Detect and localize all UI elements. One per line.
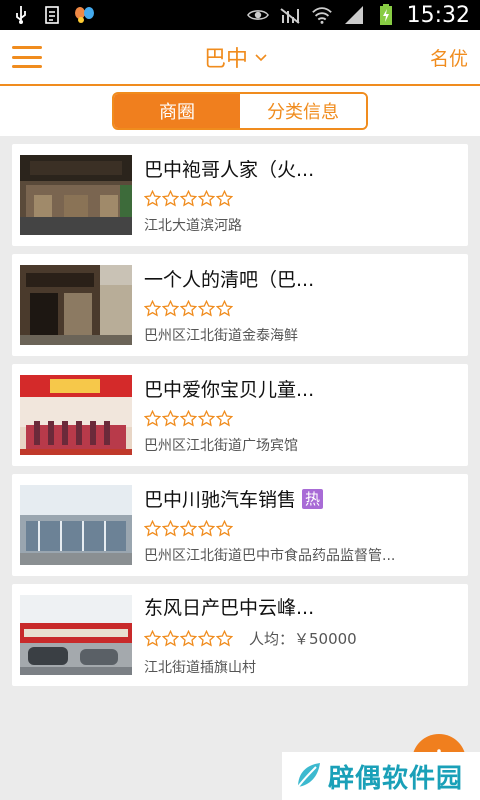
featured-link[interactable]: 名优 [430,44,468,71]
star-icon [162,410,179,427]
star-icon [180,300,197,317]
listing-info: 一个人的清吧（巴... 巴州区江北街道金泰海鲜 [144,265,460,345]
butterfly-icon [74,5,96,25]
listing-title: 巴中袍哥人家（火... [144,159,315,181]
city-label: 巴中 [203,47,248,72]
star-icon [216,410,233,427]
leaf-logo-icon [297,763,320,788]
star-icon [162,190,179,207]
chevron-down-icon [255,54,267,62]
menu-icon[interactable] [12,46,42,68]
top-bar: 巴中 名优 [0,30,480,86]
status-left-icons [10,5,96,25]
tab-bar: 商圈 分类信息 [0,86,480,136]
star-icon [162,300,179,317]
star-icon [216,190,233,207]
star-icon [144,520,161,537]
rating-row: 人均：￥50000 [144,628,460,649]
listing-photo [20,265,132,345]
star-icon [144,410,161,427]
listing-photo [20,485,132,565]
rating-row [144,410,460,427]
list-item[interactable]: 一个人的清吧（巴... 巴州区江北街道金泰海鲜 [12,254,468,356]
star-rating [144,190,233,207]
listing-title: 巴中爱你宝贝儿童... [144,379,315,401]
average-price: 人均：￥50000 [249,630,357,648]
star-rating [144,300,233,317]
listing-address: 江北大道滨河路 [144,218,242,234]
listing-photo [20,595,132,675]
tab-category-info[interactable]: 分类信息 [240,94,366,128]
no-signal-icon [279,5,301,25]
star-icon [198,190,215,207]
status-bar: 15:32 [0,0,480,30]
listing-photo [20,375,132,455]
star-icon [216,300,233,317]
star-rating [144,630,233,647]
star-icon [144,300,161,317]
star-icon [180,190,197,207]
rating-row [144,300,460,317]
listing-photo [20,155,132,235]
listing-info: 巴中川驰汽车销售热 巴州区江北街道巴中市食品药品监督管... [144,485,460,565]
listing-address: 巴州区江北街道广场宾馆 [144,438,298,454]
rating-row [144,190,460,207]
wifi-icon [311,5,333,25]
watermark: 辟偶软件园 [282,752,480,800]
listing-list: 巴中袍哥人家（火... 江北大道滨河路 一个人的清吧（巴... 巴州区江北街道金… [0,136,480,686]
list-item[interactable]: 巴中袍哥人家（火... 江北大道滨河路 [12,144,468,246]
listing-info: 东风日产巴中云峰... 人均：￥50000 江北街道插旗山村 [144,593,460,677]
hot-badge: 热 [302,488,324,509]
star-icon [162,630,179,647]
listing-info: 巴中袍哥人家（火... 江北大道滨河路 [144,155,460,235]
star-icon [198,630,215,647]
star-icon [198,520,215,537]
listing-title: 东风日产巴中云峰... [144,597,315,619]
star-icon [144,190,161,207]
star-icon [180,520,197,537]
listing-address: 江北街道插旗山村 [144,660,256,676]
listing-title: 巴中川驰汽车销售热 [144,485,460,512]
star-icon [216,630,233,647]
star-icon [180,410,197,427]
watermark-text: 辟偶软件园 [328,763,464,794]
usb-icon [10,5,32,25]
signal-icon [343,5,365,25]
star-rating [144,410,233,427]
tab-business-district[interactable]: 商圈 [114,94,240,128]
star-icon [198,410,215,427]
star-icon [180,630,197,647]
star-icon [162,520,179,537]
star-icon [216,520,233,537]
list-item[interactable]: 巴中川驰汽车销售热 巴州区江北街道巴中市食品药品监督管... [12,474,468,576]
listing-address: 巴州区江北街道巴中市食品药品监督管... [144,548,396,564]
list-item[interactable]: 巴中爱你宝贝儿童... 巴州区江北街道广场宾馆 [12,364,468,466]
file-icon [42,5,64,25]
status-right-icons: 15:32 [246,2,470,28]
battery-icon [375,4,397,25]
rating-row [144,520,460,537]
star-icon [144,630,161,647]
listing-address: 巴州区江北街道金泰海鲜 [144,328,298,344]
city-selector[interactable]: 巴中 [204,41,268,73]
list-item[interactable]: 东风日产巴中云峰... 人均：￥50000 江北街道插旗山村 [12,584,468,686]
star-icon [198,300,215,317]
eye-icon [246,5,269,25]
listing-info: 巴中爱你宝贝儿童... 巴州区江北街道广场宾馆 [144,375,460,455]
listing-title: 一个人的清吧（巴... [144,269,315,291]
status-time: 15:32 [406,2,470,28]
star-rating [144,520,233,537]
segmented-tabs: 商圈 分类信息 [112,92,368,130]
